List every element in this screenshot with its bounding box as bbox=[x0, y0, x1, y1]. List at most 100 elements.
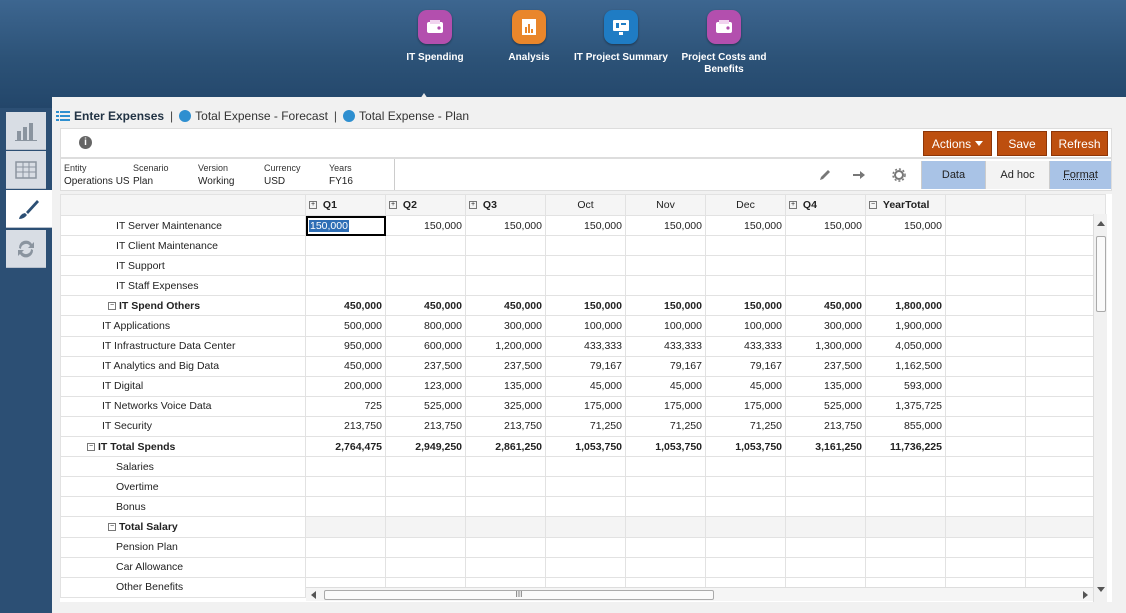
data-cell[interactable] bbox=[785, 235, 866, 257]
data-cell[interactable] bbox=[545, 516, 626, 538]
data-cell[interactable] bbox=[545, 456, 626, 478]
data-cell[interactable]: 600,000 bbox=[385, 335, 466, 357]
data-cell[interactable]: 45,000 bbox=[705, 375, 786, 397]
data-cell[interactable]: 79,167 bbox=[545, 355, 626, 377]
data-cell[interactable] bbox=[785, 456, 866, 478]
column-header[interactable]: Oct bbox=[545, 194, 626, 216]
data-cell[interactable]: 800,000 bbox=[385, 315, 466, 337]
data-cell[interactable] bbox=[785, 275, 866, 297]
breadcrumb-link-plan[interactable]: Total Expense - Plan bbox=[359, 109, 469, 123]
data-cell[interactable] bbox=[705, 496, 786, 518]
data-cell[interactable] bbox=[465, 496, 546, 518]
data-cell[interactable] bbox=[305, 476, 386, 498]
vertical-scrollbar[interactable] bbox=[1093, 214, 1107, 602]
nav-card-it-spending[interactable]: IT Spending bbox=[388, 10, 482, 76]
pov-version[interactable]: Version Working bbox=[198, 162, 235, 188]
scroll-right-icon[interactable] bbox=[1079, 589, 1091, 601]
data-cell[interactable] bbox=[705, 235, 786, 257]
data-cell[interactable] bbox=[865, 496, 946, 518]
pov-years[interactable]: Years FY16 bbox=[329, 162, 353, 188]
data-cell[interactable]: 325,000 bbox=[465, 395, 546, 417]
refresh-button[interactable]: Refresh bbox=[1051, 131, 1108, 156]
pov-entity[interactable]: Entity Operations US bbox=[64, 162, 130, 188]
data-cell[interactable] bbox=[305, 235, 386, 257]
data-cell[interactable] bbox=[545, 496, 626, 518]
data-cell[interactable]: 2,764,475 bbox=[305, 436, 386, 458]
data-cell[interactable]: 450,000 bbox=[465, 295, 546, 317]
data-cell[interactable]: 213,750 bbox=[465, 415, 546, 438]
data-cell[interactable] bbox=[305, 275, 386, 297]
data-cell[interactable]: 1,053,750 bbox=[545, 436, 626, 458]
scroll-down-icon[interactable] bbox=[1094, 584, 1108, 596]
data-cell[interactable] bbox=[705, 516, 786, 538]
data-cell[interactable] bbox=[865, 476, 946, 498]
data-cell[interactable]: 450,000 bbox=[785, 295, 866, 317]
data-cell[interactable]: 175,000 bbox=[545, 395, 626, 417]
save-button[interactable]: Save bbox=[997, 131, 1047, 156]
data-cell[interactable]: 213,750 bbox=[785, 415, 866, 438]
data-cell[interactable]: 1,900,000 bbox=[865, 315, 946, 337]
data-cell[interactable]: 79,167 bbox=[625, 355, 706, 377]
data-cell[interactable]: 2,861,250 bbox=[465, 436, 546, 458]
data-cell[interactable]: 433,333 bbox=[545, 335, 626, 357]
breadcrumb-link-forecast[interactable]: Total Expense - Forecast bbox=[195, 109, 328, 123]
expand-icon[interactable]: + bbox=[309, 201, 317, 210]
data-cell[interactable] bbox=[465, 476, 546, 498]
data-cell[interactable]: 150,000 bbox=[705, 214, 786, 237]
data-cell[interactable]: 237,500 bbox=[465, 355, 546, 377]
data-cell[interactable]: 150,000 bbox=[465, 214, 546, 237]
data-cell[interactable] bbox=[545, 235, 626, 257]
data-cell[interactable] bbox=[705, 255, 786, 277]
collapse-icon[interactable]: − bbox=[108, 523, 116, 532]
data-cell[interactable] bbox=[305, 536, 386, 558]
data-cell[interactable]: 237,500 bbox=[385, 355, 466, 377]
data-cell[interactable] bbox=[305, 516, 386, 538]
data-cell[interactable]: 150,000 bbox=[705, 295, 786, 317]
data-cell[interactable]: 300,000 bbox=[785, 315, 866, 337]
data-cell[interactable]: 450,000 bbox=[305, 355, 386, 377]
data-cell[interactable] bbox=[465, 556, 546, 578]
data-cell[interactable]: 11,736,225 bbox=[865, 436, 946, 458]
data-cell[interactable] bbox=[465, 255, 546, 277]
collapse-icon[interactable]: − bbox=[108, 302, 116, 311]
data-cell[interactable]: 150,000 bbox=[865, 214, 946, 237]
data-cell[interactable]: 213,750 bbox=[385, 415, 466, 438]
data-cell[interactable] bbox=[625, 536, 706, 558]
expand-icon[interactable]: + bbox=[789, 201, 797, 210]
data-cell[interactable] bbox=[305, 456, 386, 478]
data-cell[interactable] bbox=[385, 516, 466, 538]
data-cell[interactable] bbox=[625, 275, 706, 297]
data-cell[interactable]: 237,500 bbox=[785, 355, 866, 377]
data-cell[interactable] bbox=[545, 536, 626, 558]
data-cell[interactable]: 150,000 bbox=[545, 295, 626, 317]
data-cell[interactable] bbox=[625, 235, 706, 257]
rail-tab-forms[interactable] bbox=[6, 151, 46, 189]
data-cell[interactable] bbox=[705, 556, 786, 578]
pov-scenario[interactable]: Scenario Plan bbox=[133, 162, 169, 188]
data-cell[interactable]: 150,000 bbox=[625, 295, 706, 317]
data-cell[interactable]: 71,250 bbox=[705, 415, 786, 438]
data-cell[interactable] bbox=[465, 536, 546, 558]
data-cell[interactable]: 79,167 bbox=[705, 355, 786, 377]
data-cell[interactable]: 213,750 bbox=[305, 415, 386, 438]
data-cell[interactable] bbox=[385, 536, 466, 558]
data-cell[interactable] bbox=[385, 235, 466, 257]
data-cell[interactable]: 1,200,000 bbox=[465, 335, 546, 357]
mode-data-button[interactable]: Data bbox=[921, 161, 985, 189]
data-cell[interactable] bbox=[785, 516, 866, 538]
data-cell[interactable]: 450,000 bbox=[385, 295, 466, 317]
data-cell[interactable] bbox=[865, 275, 946, 297]
gear-icon[interactable] bbox=[887, 163, 911, 187]
collapse-icon[interactable]: − bbox=[87, 442, 95, 451]
expand-icon[interactable]: + bbox=[389, 201, 397, 210]
data-cell[interactable]: 1,300,000 bbox=[785, 335, 866, 357]
data-cell[interactable]: 150,000 bbox=[545, 214, 626, 237]
data-cell[interactable]: 123,000 bbox=[385, 375, 466, 397]
horizontal-scroll-thumb[interactable]: III bbox=[324, 590, 714, 600]
data-cell[interactable] bbox=[865, 255, 946, 277]
data-cell[interactable] bbox=[385, 496, 466, 518]
scroll-up-icon[interactable] bbox=[1094, 218, 1108, 230]
row-header[interactable]: − Total Salary bbox=[60, 516, 306, 538]
selected-cell-value[interactable]: 150,000 bbox=[309, 219, 349, 232]
data-cell[interactable]: 433,333 bbox=[625, 335, 706, 357]
